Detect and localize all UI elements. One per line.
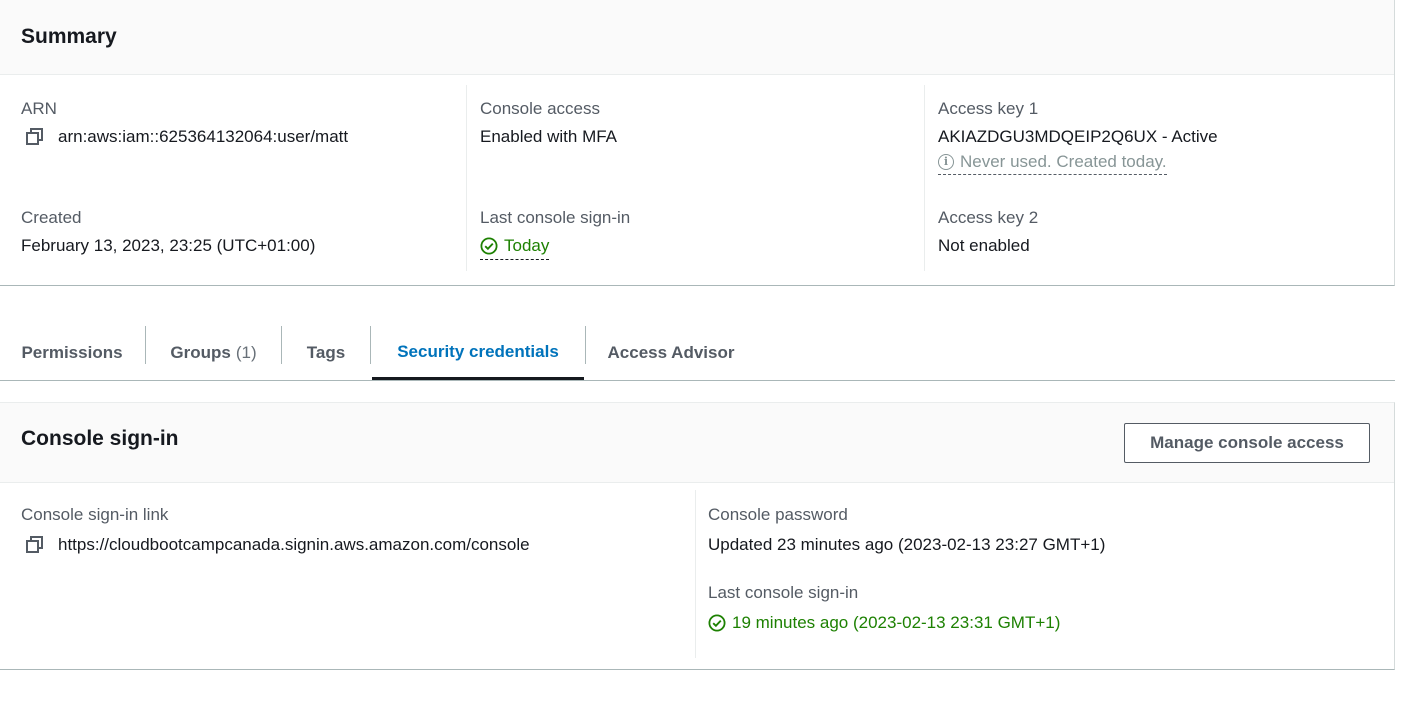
tab-bar: Permissions Groups (1) Tags Security cre…: [0, 308, 1395, 381]
console-signin-link-label: Console sign-in link: [21, 505, 169, 524]
console-last-signin-status: 19 minutes ago (2023-02-13 23:31 GMT+1): [708, 611, 1060, 635]
check-circle-icon: [708, 614, 726, 632]
tab-label: Access Advisor: [607, 343, 735, 362]
console-last-signin-label: Last console sign-in: [708, 583, 859, 602]
tab-count: (1): [235, 343, 257, 362]
console-password-field: Console password Updated 23 minutes ago …: [708, 503, 1105, 557]
summary-columns: ARN arn:aws:iam::625364132064:user/matt …: [0, 75, 1394, 285]
created-field: Created February 13, 2023, 23:25 (UTC+01…: [21, 206, 315, 258]
info-icon: i: [938, 154, 954, 170]
summary-column-2: Console access Enabled with MFA Last con…: [466, 85, 924, 271]
tab-label: Permissions: [21, 343, 123, 362]
console-password-value: Updated 23 minutes ago (2023-02-13 23:27…: [708, 535, 1106, 554]
console-last-signin-row: 19 minutes ago (2023-02-13 23:31 GMT+1): [708, 611, 1105, 635]
arn-field: ARN arn:aws:iam::625364132064:user/matt: [21, 97, 348, 149]
tab-permissions[interactable]: Permissions: [0, 326, 144, 380]
tab-security-credentials[interactable]: Security credentials: [372, 326, 584, 380]
last-signin-value: Today: [504, 236, 550, 255]
tab-label: Security credentials: [397, 341, 559, 361]
access-key-1-note[interactable]: i Never used. Created today.: [938, 151, 1167, 175]
summary-title: Summary: [21, 25, 117, 48]
access-key-1-value: AKIAZDGU3MDQEIP2Q6UX - Active: [938, 127, 1218, 146]
console-signin-title: Console sign-in: [21, 427, 179, 450]
summary-panel: Summary ARN arn:aws:iam::625364132064:us…: [0, 0, 1395, 286]
last-signin-label: Last console sign-in: [480, 208, 631, 227]
console-signin-link-field: Console sign-in link https://cloudbootca…: [21, 503, 530, 557]
tab-tags[interactable]: Tags: [282, 326, 370, 380]
check-circle-icon: [480, 237, 498, 255]
console-password-column: Console password Updated 23 minutes ago …: [708, 503, 1105, 635]
console-signin-header: Console sign-in Manage console access: [0, 403, 1394, 483]
tab-label: Groups: [170, 343, 231, 362]
manage-console-access-button[interactable]: Manage console access: [1124, 423, 1370, 463]
console-access-value: Enabled with MFA: [480, 127, 618, 146]
console-access-field: Console access Enabled with MFA: [480, 97, 617, 149]
access-key-1-note-text: Never used. Created today.: [960, 152, 1167, 171]
console-password-label: Console password: [708, 505, 848, 524]
summary-header: Summary: [0, 0, 1394, 75]
access-key-1-field: Access key 1 AKIAZDGU3MDQEIP2Q6UX - Acti…: [938, 97, 1218, 175]
tab-divider: [370, 326, 371, 364]
access-key-2-label: Access key 2: [938, 208, 1039, 227]
console-signin-link-value: https://cloudbootcampcanada.signin.aws.a…: [58, 535, 530, 554]
access-key-1-label: Access key 1: [938, 99, 1039, 118]
last-signin-value-row[interactable]: Today: [480, 234, 630, 260]
column-divider: [695, 490, 696, 658]
copy-icon[interactable]: [25, 535, 45, 555]
access-key-2-field: Access key 2 Not enabled: [938, 206, 1038, 258]
summary-column-1: ARN arn:aws:iam::625364132064:user/matt …: [21, 85, 451, 271]
created-value: February 13, 2023, 23:25 (UTC+01:00): [21, 236, 316, 255]
last-signin-status[interactable]: Today: [480, 234, 550, 260]
last-signin-field: Last console sign-in Today: [480, 206, 630, 260]
arn-label: ARN: [21, 99, 57, 118]
access-key-2-value: Not enabled: [938, 236, 1030, 255]
tab-label: Tags: [306, 343, 346, 362]
console-signin-link-row: https://cloudbootcampcanada.signin.aws.a…: [21, 533, 530, 557]
console-last-signin-field: Last console sign-in 19 minutes ago (202…: [708, 581, 1105, 635]
console-last-signin-value: 19 minutes ago (2023-02-13 23:31 GMT+1): [732, 613, 1061, 632]
console-signin-panel: Console sign-in Manage console access Co…: [0, 402, 1395, 670]
arn-value-row: arn:aws:iam::625364132064:user/matt: [21, 125, 348, 149]
copy-icon[interactable]: [25, 127, 45, 147]
arn-value: arn:aws:iam::625364132064:user/matt: [58, 127, 349, 146]
tab-groups[interactable]: Groups (1): [146, 326, 281, 380]
tab-access-advisor[interactable]: Access Advisor: [586, 326, 756, 380]
created-label: Created: [21, 208, 82, 227]
console-access-label: Console access: [480, 99, 601, 118]
summary-column-3: Access key 1 AKIAZDGU3MDQEIP2Q6UX - Acti…: [924, 85, 1388, 271]
